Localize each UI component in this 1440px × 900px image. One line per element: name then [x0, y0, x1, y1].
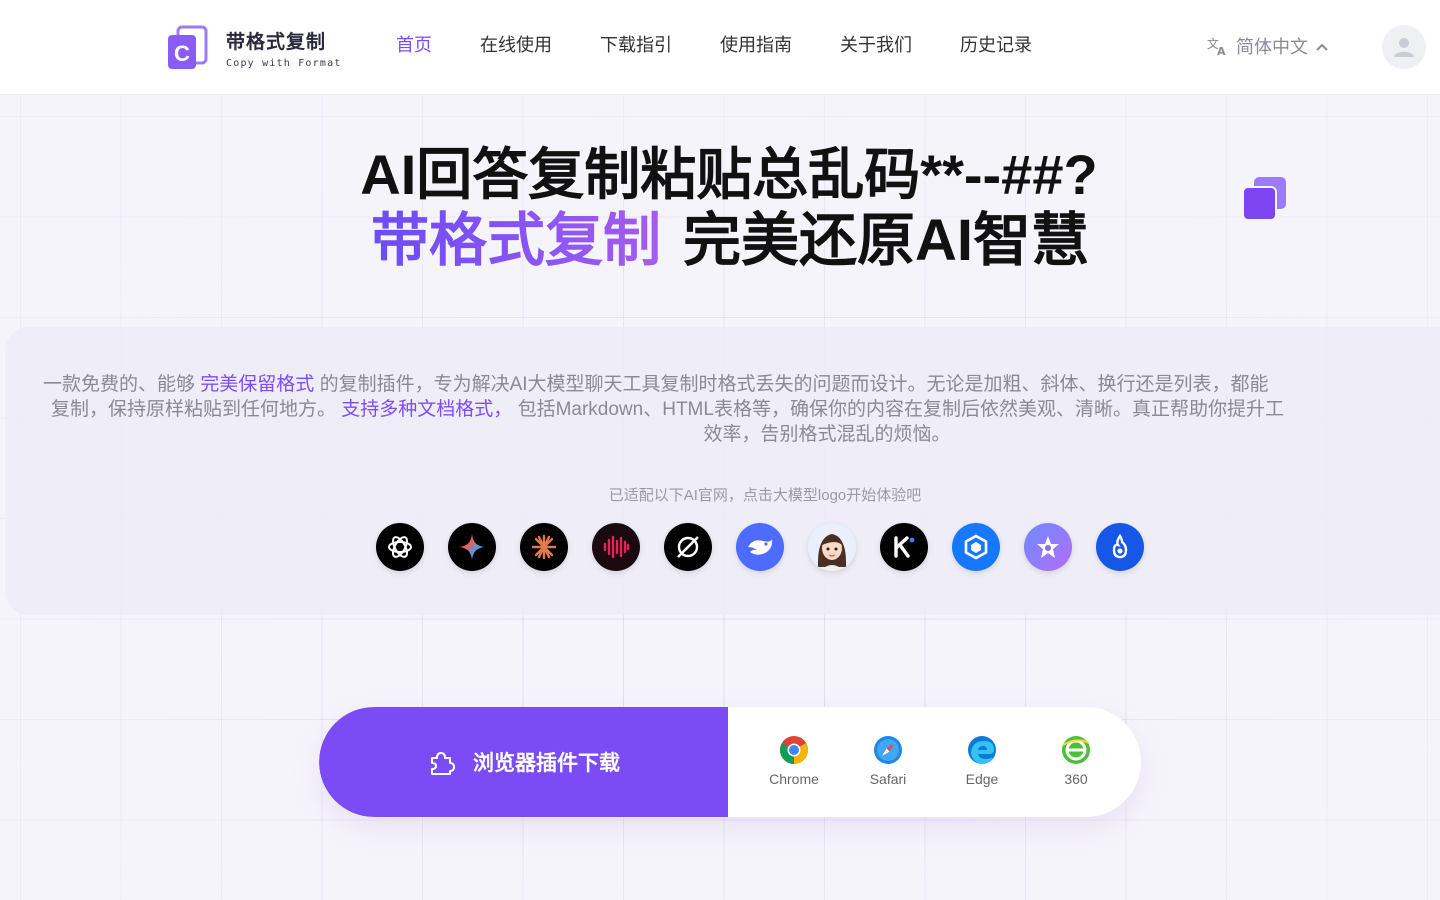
gemini-icon[interactable] [448, 523, 496, 571]
chrome-icon [779, 735, 809, 765]
brand-name: 带格式复制 [226, 31, 327, 53]
nav-about-us[interactable]: 关于我们 [840, 33, 912, 59]
description-highlight-docs: 支持多种文档格式， [341, 399, 513, 420]
download-bar: 浏览器插件下载 Chrome Safari Edge 360 [319, 707, 1141, 817]
hexagon-ai-icon[interactable] [952, 523, 1000, 571]
nav-history[interactable]: 历史记录 [960, 33, 1032, 59]
description-text: 包括Markdown、HTML表格等，确保你的内容在复制后依然美观、清晰。真正帮… [512, 399, 1284, 420]
c-copy-logo-icon: C [166, 25, 210, 71]
hero-subtitle-highlight: 带格式复制 [370, 208, 661, 273]
360-browser-icon [1061, 735, 1091, 765]
claude-icon[interactable] [520, 523, 568, 571]
hero-subtitle-rest: 完美还原AI智慧 [683, 208, 1090, 273]
ai-support-hint: 已适配以下AI官网，点击大模型logo开始体验吧 [608, 487, 922, 504]
language-switcher[interactable]: 文 A 简体中文 [1206, 33, 1328, 59]
star-ai-icon[interactable] [1024, 523, 1072, 571]
user-avatar-icon[interactable] [1382, 25, 1426, 69]
browser-chrome[interactable]: Chrome [747, 735, 841, 787]
nav-online-use[interactable]: 在线使用 [480, 33, 552, 59]
deepseek-icon[interactable] [736, 523, 784, 571]
browser-edge-label: Edge [965, 771, 999, 787]
description-text: 复制，保持原样粘贴到任何地方。 [51, 399, 342, 420]
svg-text:A: A [1217, 45, 1226, 57]
nav-user-guide[interactable]: 使用指南 [720, 33, 792, 59]
hero-subtitle: 带格式复制 完美还原AI智慧 [0, 208, 1440, 274]
edge-icon [967, 735, 997, 765]
description-text: 效率，告别格式混乱的烦恼。 [703, 424, 951, 445]
plugin-download-button[interactable]: 浏览器插件下载 [319, 707, 728, 817]
safari-icon [873, 735, 903, 765]
browser-safari-label: Safari [869, 771, 907, 787]
language-label: 简体中文 [1236, 37, 1308, 58]
kimi-icon[interactable] [880, 523, 928, 571]
flame-ai-icon[interactable] [1096, 523, 1144, 571]
avatar-girl-icon[interactable] [808, 523, 856, 571]
hero-title: AI回答复制粘贴总乱码**--##? [360, 143, 1098, 206]
nav-download-guide[interactable]: 下载指引 [600, 33, 672, 59]
browser-360[interactable]: 360 [1029, 735, 1123, 787]
product-description: 一款免费的、能够 完美保留格式 的复制插件，专为解决AI大模型聊天工具复制时格式… [43, 372, 1440, 447]
chatgpt-icon[interactable] [376, 523, 424, 571]
copy-icon [1240, 175, 1290, 225]
ai-model-list [376, 523, 1168, 571]
browser-list: Chrome Safari Edge 360 [747, 735, 1123, 787]
grok-icon[interactable] [664, 523, 712, 571]
main-nav: 首页 在线使用 下载指引 使用指南 关于我们 历史记录 [396, 33, 1080, 59]
description-highlight-format: 完美保留格式 [200, 374, 315, 395]
brand-logo[interactable]: C 带格式复制 Copy with Format [166, 25, 342, 71]
description-text: 的复制插件，专为解决AI大模型聊天工具复制时格式丢失的问题而设计。无论是加粗、斜… [314, 374, 1269, 395]
site-header: C 带格式复制 Copy with Format 首页 在线使用 下载指引 使用… [0, 0, 1440, 95]
description-text: 一款免费的、能够 [43, 374, 201, 395]
plugin-download-label: 浏览器插件下载 [473, 751, 620, 775]
translate-icon: 文 A [1206, 35, 1228, 57]
brand-tagline: Copy with Format [226, 58, 342, 69]
browser-safari[interactable]: Safari [841, 735, 935, 787]
voice-wave-icon[interactable] [592, 523, 640, 571]
nav-home[interactable]: 首页 [396, 33, 432, 59]
browser-edge[interactable]: Edge [935, 735, 1029, 787]
puzzle-icon [427, 748, 455, 776]
browser-chrome-label: Chrome [769, 771, 819, 787]
chevron-up-icon [1316, 36, 1328, 57]
intro-card: 一款免费的、能够 完美保留格式 的复制插件，专为解决AI大模型聊天工具复制时格式… [5, 327, 1440, 615]
browser-360-label: 360 [1064, 771, 1088, 787]
svg-text:C: C [174, 41, 190, 66]
